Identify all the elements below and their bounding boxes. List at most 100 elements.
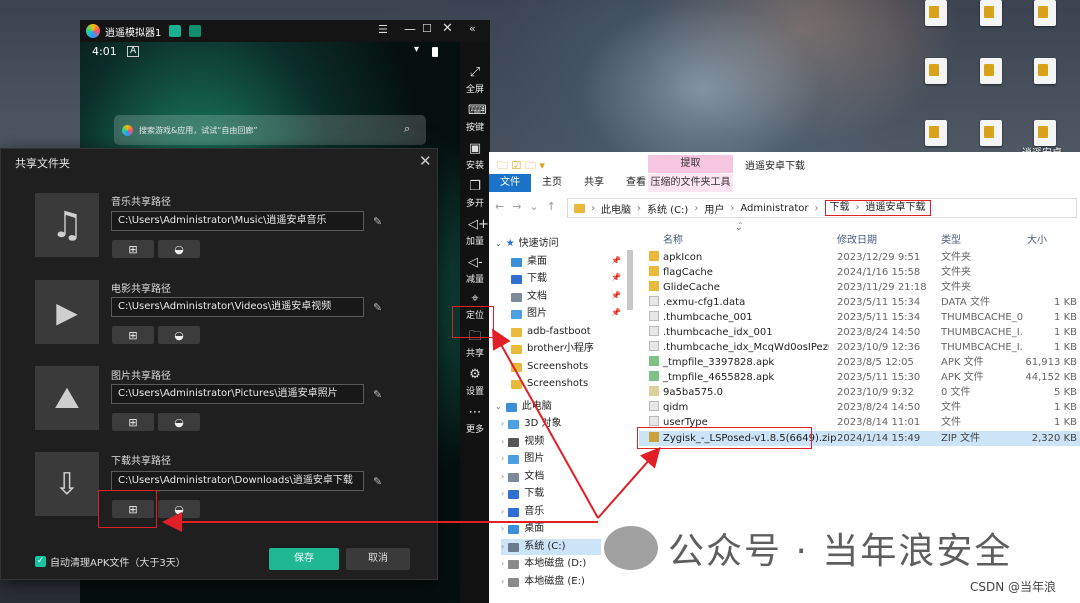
file-row[interactable]: _tmpfile_3397828.apk 2023/8/5 12:05 APK 文件…: [639, 355, 1080, 370]
breadcrumb-users[interactable]: 用户: [704, 201, 724, 216]
tree-item-c-drive[interactable]: › 系统 (C:): [501, 539, 601, 555]
download-edit-icon[interactable]: ✎: [373, 476, 385, 488]
breadcrumb-administrator[interactable]: Administrator: [740, 203, 808, 214]
tree-item-3d-objects[interactable]: › 3D 对象: [501, 416, 561, 432]
video-path-input[interactable]: C:\Users\Administrator\Videos\逍遥安卓视频: [111, 297, 364, 317]
column-type[interactable]: 类型: [941, 231, 961, 246]
file-row[interactable]: 9a5ba575.0 2023/10/9 9:32 0 文件 5 KB: [639, 385, 1080, 400]
tree-item-d-drive[interactable]: › 本地磁盘 (D:): [501, 556, 586, 572]
maximize-icon[interactable]: ☐: [422, 22, 432, 35]
tree-item-documents-pc[interactable]: › 文档: [501, 469, 544, 485]
column-size[interactable]: 大小: [1027, 231, 1047, 246]
desktop-file-icon[interactable]: [980, 58, 1002, 84]
ribbon-tab-share[interactable]: 共享: [573, 174, 615, 192]
dialog-close-icon[interactable]: ✕: [419, 152, 432, 170]
file-row[interactable]: flagCache 2024/1/16 15:58 文件夹: [639, 265, 1080, 280]
android-icon: ◒: [174, 242, 184, 256]
sidebar-fullscreen[interactable]: ⤢ 全屏: [452, 66, 498, 96]
auto-clean-label: 自动清理APK文件（大于3天）: [50, 558, 186, 569]
desktop-file-icon[interactable]: [980, 120, 1002, 146]
document-icon: [508, 472, 520, 482]
tree-item-downloads[interactable]: 下载: [511, 271, 547, 287]
file-row[interactable]: .thumbcache_idx_001 2023/8/24 14:50 THUMBC…: [639, 325, 1080, 340]
highlight-windows-button: [98, 490, 157, 528]
file-row[interactable]: GlideCache 2023/11/29 21:18 文件夹: [639, 280, 1080, 295]
tree-item-quick-access[interactable]: ⌄ ★ 快速访问: [495, 236, 559, 252]
breadcrumb-this-pc[interactable]: 此电脑: [601, 201, 631, 216]
emulator-tab-icon-2[interactable]: [189, 25, 202, 37]
image-android-button[interactable]: ◒: [158, 413, 200, 431]
video-edit-icon[interactable]: ✎: [373, 302, 385, 314]
tree-item-pictures[interactable]: 图片: [511, 306, 547, 322]
tree-scrollbar-thumb[interactable]: [627, 250, 633, 310]
music-android-button[interactable]: ◒: [158, 240, 200, 258]
file-row[interactable]: .thumbcache_001 2023/5/11 15:34 THUMBCACHE…: [639, 310, 1080, 325]
breadcrumb-c-drive[interactable]: 系统 (C:): [647, 201, 688, 216]
file-row[interactable]: qidm 2023/8/24 14:50 文件 1 KB: [639, 400, 1080, 415]
tree-item-this-pc[interactable]: ⌄ 此电脑: [495, 399, 552, 415]
video-android-button[interactable]: ◒: [158, 326, 200, 344]
file-row[interactable]: apkIcon 2023/12/29 9:51 文件夹: [639, 250, 1080, 265]
tree-item-documents[interactable]: 文档: [511, 289, 547, 305]
tree-item-e-drive[interactable]: › 本地磁盘 (E:): [501, 574, 585, 590]
cancel-button[interactable]: 取消: [346, 548, 410, 570]
address-bar[interactable]: › 此电脑 › 系统 (C:) › 用户 › Administrator › 下…: [567, 198, 1077, 218]
ribbon-compressed-tools-tab[interactable]: 压缩的文件夹工具: [648, 174, 733, 192]
tree-item-screenshots-2[interactable]: Screenshots: [511, 376, 588, 392]
close-icon[interactable]: ✕: [442, 21, 453, 36]
column-date[interactable]: 修改日期: [837, 231, 877, 246]
desktop-file-icon[interactable]: [1034, 58, 1056, 84]
sort-chevron-icon: ⌃: [737, 221, 744, 230]
auto-clean-checkbox[interactable]: ✓ 自动清理APK文件（大于3天）: [35, 554, 186, 569]
download-path-input[interactable]: C:\Users\Administrator\Downloads\逍遥安卓下载: [111, 471, 364, 491]
tree-item-adb-fastboot[interactable]: adb-fastboot: [511, 324, 591, 340]
breadcrumb-downloads[interactable]: 下载: [830, 201, 850, 215]
music-edit-icon[interactable]: ✎: [373, 216, 385, 228]
gear-icon: ⚙: [469, 367, 481, 382]
search-icon[interactable]: ⌕: [404, 122, 410, 136]
ribbon-tab-file[interactable]: 文件: [489, 174, 531, 192]
save-button[interactable]: 保存: [269, 548, 339, 570]
windows-icon: ⊞: [128, 242, 138, 256]
image-path-input[interactable]: C:\Users\Administrator\Pictures\逍遥安卓照片: [111, 384, 364, 404]
image-windows-button[interactable]: ⊞: [112, 413, 154, 431]
emulator-menu-icon[interactable]: ☰: [378, 23, 388, 36]
nav-arrows[interactable]: ←→⌄↑: [495, 200, 564, 213]
column-name[interactable]: 名称: [663, 231, 683, 246]
tree-item-brother[interactable]: brother小程序: [511, 341, 594, 357]
minimize-icon[interactable]: —: [404, 22, 416, 36]
drive-icon: [508, 577, 520, 587]
desktop-file-icon[interactable]: [925, 58, 947, 84]
search-bar[interactable]: 搜索游戏&应用，试试“自由回廊” ⌕: [114, 115, 426, 145]
chevron-right-icon: ›: [501, 472, 505, 481]
tree-item-screenshots-1[interactable]: Screenshots: [511, 359, 588, 375]
emulator-tab-icon[interactable]: [169, 25, 182, 37]
file-row[interactable]: _tmpfile_4655828.apk 2023/5/11 15:30 APK 文…: [639, 370, 1080, 385]
download-android-button[interactable]: ◒: [158, 500, 200, 518]
music-windows-button[interactable]: ⊞: [112, 240, 154, 258]
sidebar-keys[interactable]: ⌨ 按键: [452, 104, 498, 134]
desktop-file-icon[interactable]: [980, 0, 1002, 26]
tree-item-desktop[interactable]: 桌面: [511, 254, 547, 270]
tree-item-videos[interactable]: › 视频: [501, 434, 544, 450]
explorer-title: 逍遥安卓下载: [745, 161, 805, 172]
file-row[interactable]: .thumbcache_idx_McqWd0osIPezOD...2023/10…: [639, 340, 1080, 355]
desktop-file-icon[interactable]: [1034, 120, 1056, 146]
image-edit-icon[interactable]: ✎: [373, 389, 385, 401]
music-path-input[interactable]: C:\Users\Administrator\Music\逍遥安卓音乐: [111, 211, 364, 231]
breadcrumb-xiaoyao-downloads[interactable]: 逍遥安卓下载: [866, 201, 926, 215]
tree-item-desktop-pc[interactable]: › 桌面: [501, 521, 544, 537]
tree-item-pictures-pc[interactable]: › 图片: [501, 451, 544, 467]
collapse-sidebar-icon[interactable]: «: [469, 22, 476, 35]
video-windows-button[interactable]: ⊞: [112, 326, 154, 344]
windows-icon: ⊞: [128, 415, 138, 429]
desktop-file-icon[interactable]: [925, 120, 947, 146]
desktop-file-icon[interactable]: [1034, 0, 1056, 26]
desktop-file-icon[interactable]: [925, 0, 947, 26]
star-icon: ★: [505, 238, 515, 249]
tree-item-music[interactable]: › 音乐: [501, 504, 544, 520]
tree-item-downloads-pc[interactable]: › 下载: [501, 486, 544, 502]
ribbon-tab-home[interactable]: 主页: [531, 174, 573, 192]
file-row[interactable]: .exmu-cfg1.data 2023/5/11 15:34 DATA 文件 1 K…: [639, 295, 1080, 310]
ribbon-extract-tab[interactable]: 提取: [648, 155, 733, 173]
